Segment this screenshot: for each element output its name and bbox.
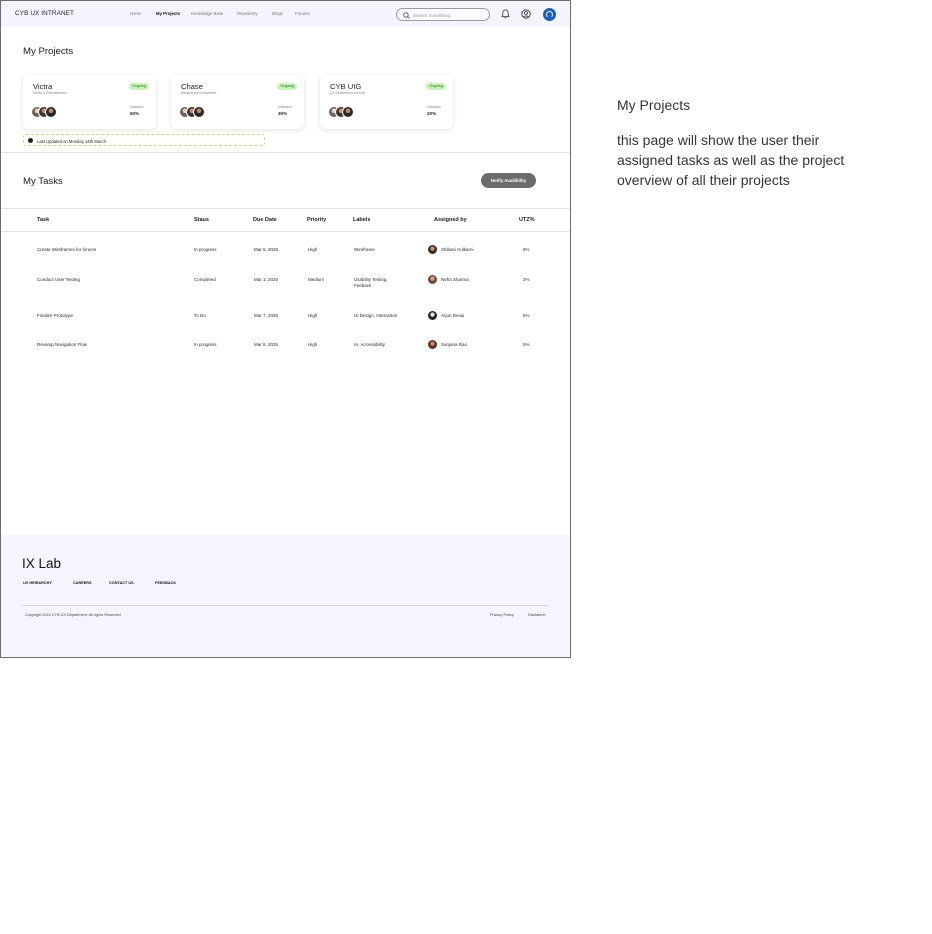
annotation-title: My Projects bbox=[617, 97, 691, 113]
col-assigned-by[interactable]: Assigned by bbox=[434, 217, 467, 223]
search-input[interactable] bbox=[413, 11, 485, 19]
user-circle-icon[interactable] bbox=[521, 9, 531, 19]
footer-link-contact-us[interactable]: CONTACT US bbox=[109, 581, 134, 585]
task-due: Mar 5, 2025 bbox=[254, 247, 279, 252]
nav-forums[interactable]: Forums bbox=[295, 11, 310, 16]
nav-my-projects[interactable]: My Projects bbox=[156, 11, 180, 16]
avatar bbox=[428, 340, 437, 349]
utilisation-value: 30% bbox=[278, 111, 288, 116]
status-badge: Ongoing bbox=[129, 83, 149, 90]
col-due-date[interactable]: Due Date bbox=[253, 217, 277, 223]
task-due: Mar 7, 2025 bbox=[254, 313, 279, 318]
team-avatars bbox=[31, 106, 65, 119]
projects-title: My Projects bbox=[23, 46, 74, 57]
avatar bbox=[342, 106, 354, 118]
disclaimer-link[interactable]: Disclaimer bbox=[528, 613, 546, 617]
copyright-text: Copyright 2024 CYB UX Department, All ri… bbox=[25, 613, 121, 617]
utilisation-value: 20% bbox=[427, 111, 437, 116]
last-updated-text: Last Updated on Monday 14th March bbox=[37, 138, 106, 144]
project-card-chase[interactable]: Chase Banking and Investment Ongoing Uti… bbox=[171, 75, 304, 129]
avatar bbox=[428, 245, 437, 254]
task-assigned-by: Neha Sharma bbox=[441, 277, 469, 282]
utilisation-label: Utilisation bbox=[130, 105, 144, 109]
task-labels: Wireframe bbox=[354, 247, 375, 252]
annotation-body: this page will show the user their assig… bbox=[617, 132, 845, 188]
task-status: In progress bbox=[194, 247, 217, 252]
task-assigned-by: Arjun Desai bbox=[441, 313, 465, 318]
task-status: In progress bbox=[194, 342, 217, 347]
task-utz: 2% bbox=[523, 277, 530, 282]
project-name: CYB UIG bbox=[330, 82, 362, 91]
task-utz: 5% bbox=[523, 313, 530, 318]
team-avatars bbox=[328, 106, 362, 119]
bell-icon[interactable] bbox=[501, 9, 510, 19]
top-header: CYB UX INTRANET Home My Projects Knowled… bbox=[1, 1, 570, 27]
table-top-divider bbox=[1, 208, 570, 209]
task-name: Create Wireframes for forums bbox=[37, 247, 97, 252]
task-due: Mar 8, 2025 bbox=[254, 342, 279, 347]
task-assigned-by: Shibani Kulkarni bbox=[441, 247, 474, 252]
project-card-victra[interactable]: Victra Media & Entertainment Ongoing Uti… bbox=[23, 75, 156, 129]
brand-logo[interactable]: CYB UX INTRANET bbox=[15, 10, 74, 17]
project-name: Victra bbox=[33, 82, 53, 91]
status-badge: Ongoing bbox=[426, 83, 446, 90]
page-footer: IX Lab UX HEIRARCHY CAREERS CONTACT US F… bbox=[1, 535, 570, 657]
page-frame: CYB UX INTRANET Home My Projects Knowled… bbox=[0, 0, 571, 658]
task-name: Finalize Prototype bbox=[37, 313, 74, 318]
task-priority: High bbox=[308, 342, 318, 347]
avatar bbox=[193, 106, 205, 118]
task-name: Revamp Navigation Flow bbox=[37, 342, 88, 347]
footer-divider bbox=[22, 605, 549, 606]
status-badge: Ongoing bbox=[277, 83, 297, 90]
project-name: Chase bbox=[181, 82, 203, 91]
project-subtitle: Banking and Investment bbox=[181, 91, 217, 95]
task-priority: Medium bbox=[308, 277, 325, 282]
col-priority[interactable]: Priority bbox=[307, 217, 326, 223]
col-task[interactable]: Task bbox=[37, 217, 49, 223]
utilisation-label: Utilisation bbox=[278, 105, 292, 109]
notify-availability-button[interactable]: Notify Availibility bbox=[481, 173, 536, 188]
avatar bbox=[428, 311, 437, 320]
footer-link-ux-heirarchy[interactable]: UX HEIRARCHY bbox=[23, 581, 52, 585]
last-updated-banner: Last Updated on Monday 14th March bbox=[23, 134, 265, 146]
project-card-cyb-uig[interactable]: CYB UIG UX Department Internal Ongoing U… bbox=[320, 75, 453, 129]
table-header-divider bbox=[1, 231, 570, 232]
nav-repository[interactable]: Repository bbox=[237, 11, 258, 16]
task-assigned-by: Sanjana Rao bbox=[441, 342, 468, 347]
user-avatar[interactable] bbox=[543, 8, 556, 21]
utilisation-value: 50% bbox=[130, 111, 140, 116]
nav-home[interactable]: Home bbox=[130, 11, 141, 16]
task-utz: 8% bbox=[523, 247, 530, 252]
privacy-policy-link[interactable]: Privacy Policy bbox=[490, 613, 514, 617]
col-labels[interactable]: Labels bbox=[353, 217, 370, 223]
info-dot-icon bbox=[28, 138, 33, 144]
avatar bbox=[45, 106, 57, 118]
task-utz: 5% bbox=[523, 342, 530, 347]
team-avatars bbox=[179, 106, 213, 119]
search-box[interactable] bbox=[396, 8, 490, 21]
nav-blogs[interactable]: Blogs bbox=[272, 11, 283, 16]
project-subtitle: UX Department Internal bbox=[330, 91, 365, 95]
project-subtitle: Media & Entertainment bbox=[33, 91, 67, 95]
utilisation-label: Utilisation bbox=[427, 105, 441, 109]
task-labels: IA, Accessibility bbox=[354, 342, 386, 347]
nav-knowledge-base[interactable]: Knowledge Base bbox=[191, 11, 223, 16]
task-name: Conduct User Testing bbox=[37, 277, 80, 282]
col-status[interactable]: Staus bbox=[194, 217, 209, 223]
avatar bbox=[428, 275, 437, 284]
task-priority: High bbox=[308, 247, 318, 252]
task-due: Mar 1, 2025 bbox=[254, 277, 279, 282]
footer-logo[interactable]: IX Lab bbox=[22, 556, 61, 571]
search-icon bbox=[403, 11, 410, 19]
tasks-title: My Tasks bbox=[23, 176, 63, 187]
task-status: Completed bbox=[194, 277, 216, 282]
task-priority: High bbox=[308, 313, 318, 318]
task-labels: Usability Testing, Feeback bbox=[354, 277, 388, 288]
col-utz[interactable]: UTZ% bbox=[519, 217, 535, 223]
footer-link-careers[interactable]: CAREERS bbox=[73, 581, 92, 585]
task-labels: UI Design, Interaction bbox=[354, 313, 398, 318]
section-divider bbox=[1, 152, 570, 153]
footer-link-feedback[interactable]: FEEDBACK bbox=[155, 581, 176, 585]
task-status: To Do bbox=[194, 313, 206, 318]
